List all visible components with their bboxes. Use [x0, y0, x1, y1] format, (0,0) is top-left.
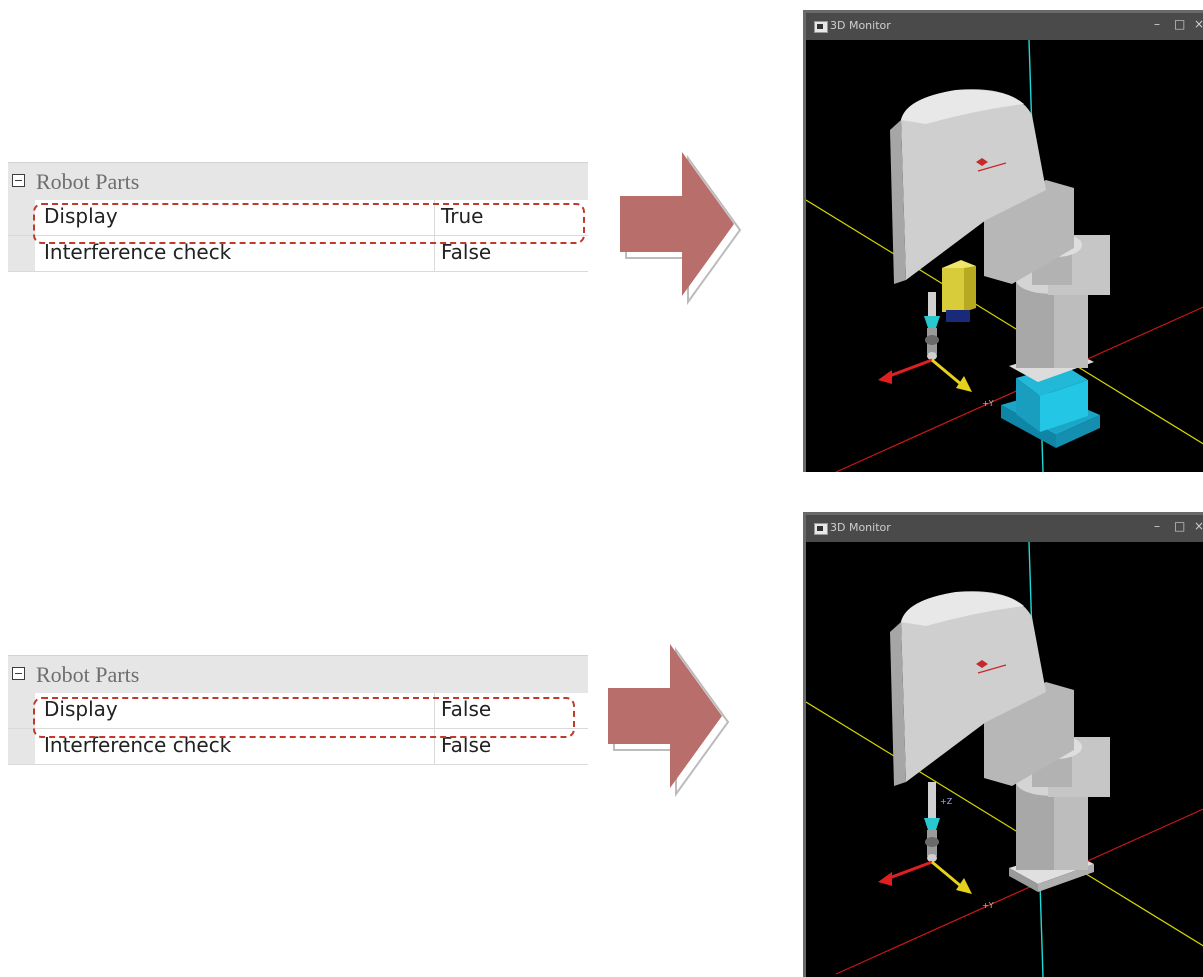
window-title: 3D Monitor	[830, 521, 891, 534]
app-icon	[814, 523, 828, 535]
highlight-box-bottom	[33, 697, 575, 738]
minimize-button[interactable]: –	[1154, 519, 1160, 533]
category-label: Robot Parts	[36, 662, 140, 687]
window-title: 3D Monitor	[830, 19, 891, 32]
3d-viewport[interactable]: +Z +Y	[806, 542, 1203, 977]
minimize-button[interactable]: –	[1154, 17, 1160, 31]
window-titlebar[interactable]: 3D Monitor – □ ×	[806, 13, 1203, 40]
app-icon	[814, 21, 828, 33]
axis-label-z: +Z	[940, 797, 953, 806]
close-button[interactable]: ×	[1194, 17, 1203, 31]
collapse-toggle-icon[interactable]	[12, 667, 25, 680]
axis-label-y: +Y	[982, 399, 994, 408]
maximize-button[interactable]: □	[1174, 519, 1185, 533]
category-label: Robot Parts	[36, 169, 140, 194]
collapse-toggle-icon[interactable]	[12, 174, 25, 187]
3d-monitor-window-top: 3D Monitor – □ × +Y	[803, 10, 1203, 472]
axis-label-y: +Y	[982, 901, 994, 910]
close-button[interactable]: ×	[1194, 519, 1203, 533]
right-arrow-icon	[620, 152, 742, 306]
highlight-box-top	[33, 203, 585, 244]
window-titlebar[interactable]: 3D Monitor – □ ×	[806, 515, 1203, 542]
maximize-button[interactable]: □	[1174, 17, 1185, 31]
3d-viewport[interactable]: +Y	[806, 40, 1203, 472]
right-arrow-icon	[608, 644, 730, 798]
3d-monitor-window-bottom: 3D Monitor – □ × +Z +Y	[803, 512, 1203, 977]
category-header-robot-parts[interactable]: Robot Parts	[8, 655, 588, 693]
category-header-robot-parts[interactable]: Robot Parts	[8, 162, 588, 200]
